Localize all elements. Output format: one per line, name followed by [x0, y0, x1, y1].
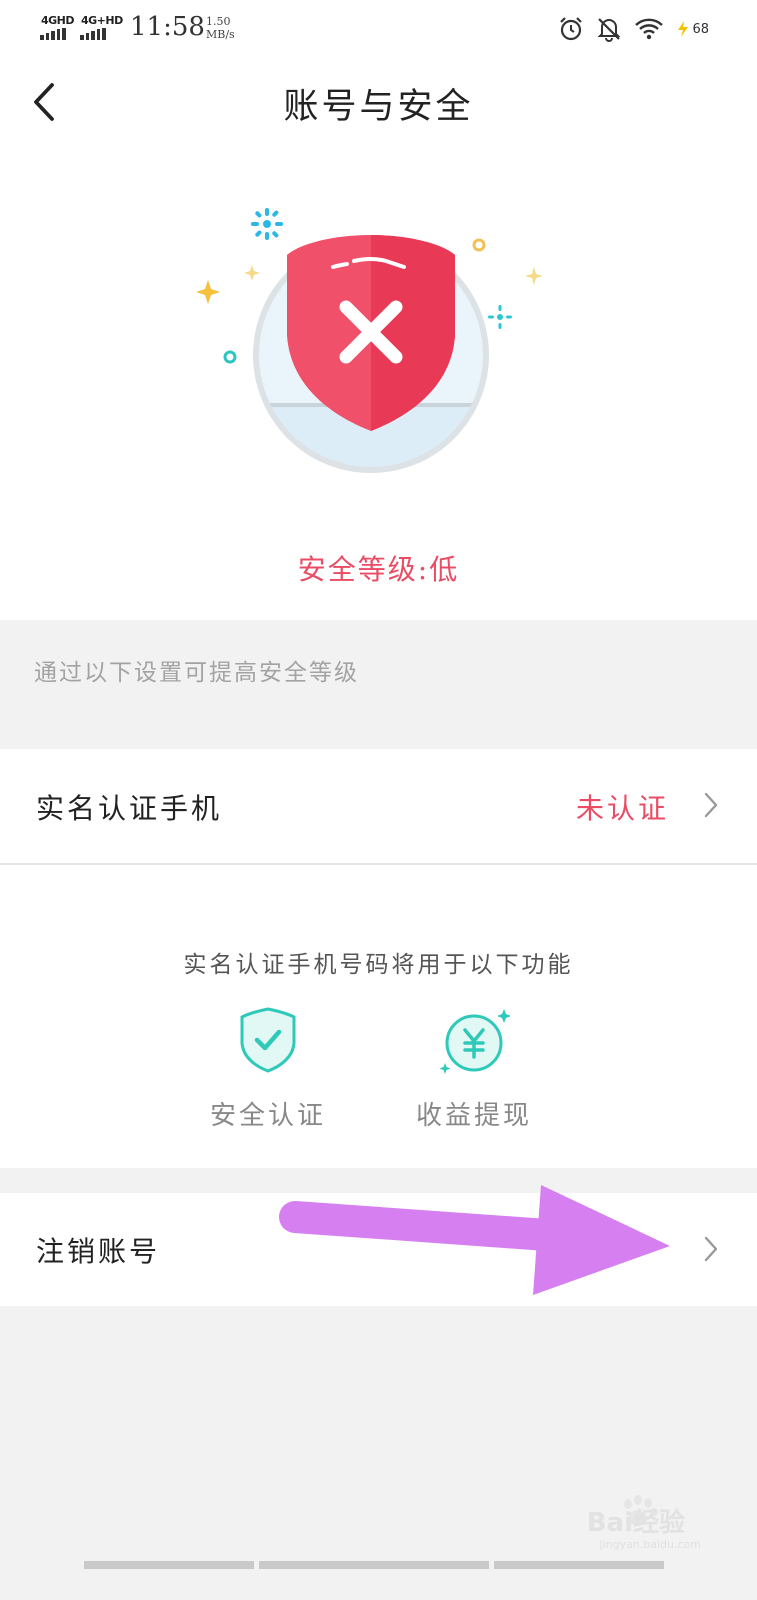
wifi-icon	[635, 18, 664, 40]
annotation-arrow-icon	[279, 1185, 670, 1295]
ring-dot-icon	[223, 350, 237, 364]
real-name-phone-label: 实名认证手机	[36, 792, 223, 825]
signal-bars-icon	[80, 28, 123, 40]
feature-earnings-withdraw: 收益提现	[404, 1005, 544, 1132]
verification-status: 未认证	[575, 792, 669, 825]
security-hint: 通过以下设置可提高安全等级	[34, 660, 359, 686]
sparkle-burst-small-icon	[488, 305, 512, 329]
signal-label-2: 4G+HD	[81, 14, 123, 27]
cancel-account-label: 注销账号	[36, 1235, 161, 1268]
bottom-bars	[0, 1561, 757, 1571]
network-speed: 1.50 MB/s	[206, 15, 235, 41]
page-title: 账号与安全	[283, 87, 474, 127]
speed-value: 1.50	[206, 15, 231, 28]
battery-level: 68	[692, 21, 709, 37]
signal-4g-2: 4G+HD	[80, 14, 123, 40]
star-sparkle-icon	[196, 280, 220, 304]
security-shield-illustration	[196, 208, 543, 473]
sparkle-burst-icon	[251, 208, 283, 240]
mute-icon	[598, 18, 621, 42]
watermark-url: jingyan.baidu.com	[599, 1538, 701, 1551]
charging-bolt-icon	[678, 21, 689, 37]
alarm-icon	[560, 17, 583, 41]
ring-dot-icon	[472, 238, 486, 252]
signal-4g-1: 4GHD	[40, 14, 75, 40]
star-sparkle-icon	[244, 265, 260, 281]
chevron-right-icon	[704, 792, 718, 818]
shield-check-icon	[240, 1007, 296, 1073]
chevron-right-icon	[704, 1236, 718, 1262]
yuan-coin-icon	[439, 1009, 511, 1074]
feature-security-auth: 安全认证	[198, 1005, 338, 1132]
status-icons: 68	[558, 16, 709, 42]
security-level-text: 安全等级:低	[297, 553, 460, 586]
real-name-phone-row[interactable]: 实名认证手机 未认证	[0, 749, 757, 864]
star-sparkle-icon	[525, 267, 543, 285]
signal-bars-icon	[40, 28, 74, 40]
battery-icon: 68	[676, 20, 709, 38]
feature-label-security: 安全认证	[209, 1101, 326, 1131]
speed-unit: MB/s	[206, 28, 235, 41]
status-bar: 4GHD 4G+HD 11:58 1.50 MB/s 68	[0, 0, 757, 58]
info-title: 实名认证手机号码将用于以下功能	[183, 952, 574, 978]
watermark-text: Bai经验	[586, 1508, 685, 1538]
signal-label-1: 4GHD	[41, 14, 75, 27]
status-time: 11:58	[130, 12, 205, 42]
feature-label-earnings: 收益提现	[415, 1101, 532, 1131]
verification-info-panel: 实名认证手机号码将用于以下功能 安全认证 收益提现	[0, 864, 757, 1168]
